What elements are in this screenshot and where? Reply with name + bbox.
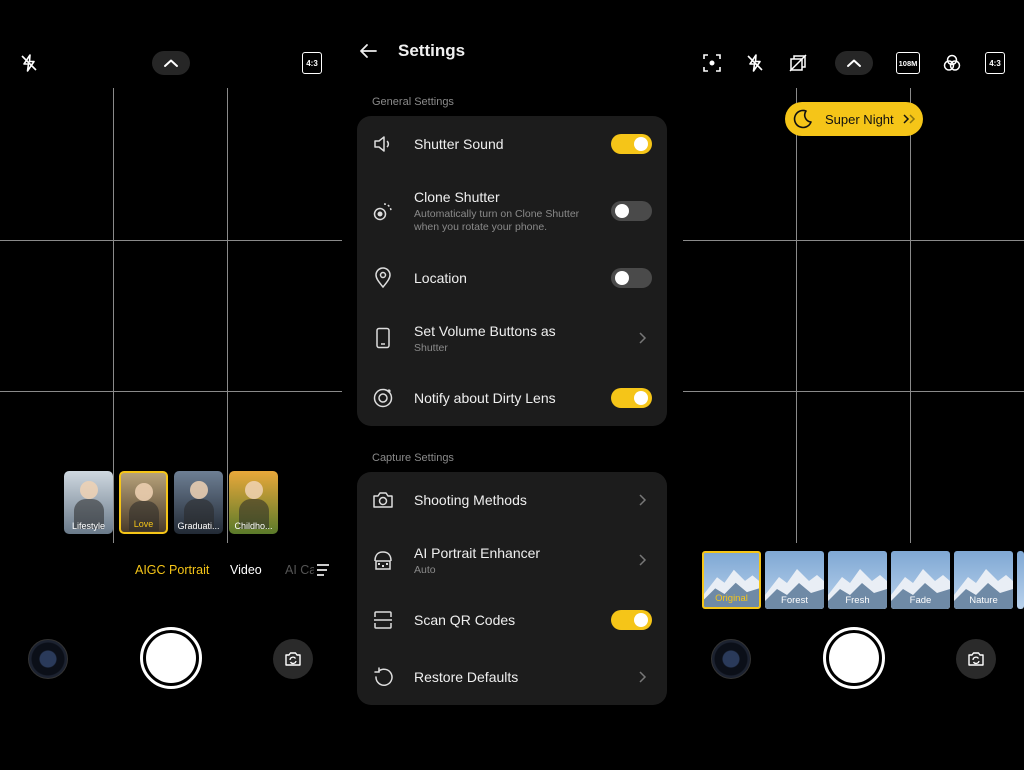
grid-line [796,88,797,543]
grid-line [113,88,114,543]
filter-label: Original [715,593,748,604]
portrait-style-label: Childho... [234,521,273,531]
flip-camera-button[interactable] [273,639,313,679]
filter-label: Forest [781,595,808,606]
mode-aigc-portrait[interactable]: AIGC Portrait [135,563,209,577]
settings-row-title: Notify about Dirty Lens [414,390,556,406]
settings-panel: Settings General Settings Shutter Sound C… [342,0,683,770]
grid-line [683,391,1024,392]
aspect-ratio-label: 4:3 [989,58,1001,68]
grid-line [683,240,1024,241]
collapse-button[interactable] [152,51,190,75]
filters-icon[interactable] [941,52,963,74]
camera-panel-right: 108M 4:3 Super Night Original Forest Fresh… [683,0,1024,770]
collapse-button[interactable] [835,51,873,75]
aspect-ratio-button[interactable]: 4:3 [985,52,1005,74]
resolution-button[interactable]: 108M [896,52,920,74]
aspect-ratio-label: 4:3 [306,58,318,68]
resolution-label: 108M [898,58,918,68]
flip-camera-icon [285,652,301,666]
camera-panel-left: 4:3 Lifestyle Love Graduati... Childho... A… [0,0,342,770]
gallery-thumbnail[interactable] [28,639,68,679]
double-chevron-right-icon [903,114,915,124]
live-photo-off-icon[interactable] [787,52,809,74]
section-title-capture: Capture Settings [372,452,454,464]
lens-icon [371,386,395,410]
portrait-style-label: Love [133,519,154,529]
toggle-switch[interactable] [611,388,652,408]
mode-video[interactable]: Video [230,563,262,577]
chevron-up-icon [847,59,861,67]
settings-row-title: Restore Defaults [414,669,519,685]
restore-icon [371,665,395,689]
capture-settings-card: Shooting Methods AI Portrait Enhancer Auto… [357,472,667,705]
shutter-button[interactable] [140,627,202,689]
filter-thumb[interactable]: Fade [891,551,950,609]
settings-row-notify-about-dirty-lens[interactable]: Notify about Dirty Lens [357,116,667,426]
portrait-style-thumb[interactable]: Lifestyle [64,471,113,534]
filter-thumb[interactable]: Original [702,551,761,609]
portrait-style-label: Graduati... [177,521,220,531]
chevron-right-icon [637,670,647,684]
shutter-button[interactable] [823,627,885,689]
settings-row-restore-defaults[interactable]: Restore Defaults [357,472,667,705]
super-night-label: Super Night [825,111,894,127]
aspect-ratio-button[interactable]: 4:3 [302,52,322,74]
grid-line [910,88,911,543]
mode-ai-camera[interactable]: AI Ca [285,563,315,577]
portrait-style-label: Lifestyle [71,521,106,531]
filter-label: Fresh [845,595,870,606]
grid-line [0,240,342,241]
more-modes-icon[interactable] [314,562,332,578]
general-settings-card: Shutter Sound Clone Shutter Automatically … [357,116,667,426]
grid-line [227,88,228,543]
back-arrow-icon[interactable] [356,40,380,62]
portrait-style-thumb[interactable]: Love [119,471,168,534]
chevron-up-icon [164,59,178,67]
portrait-style-thumb[interactable]: Graduati... [174,471,223,534]
filter-label: Nature [969,595,998,606]
flip-camera-button[interactable] [956,639,996,679]
flip-camera-icon [968,652,984,666]
filter-thumb[interactable]: Forest [765,551,824,609]
page-title: Settings [398,41,466,60]
section-title-general: General Settings [372,96,454,108]
filter-thumb[interactable] [1017,551,1024,609]
portrait-style-thumb[interactable]: Childho... [229,471,278,534]
filter-label: Fade [909,595,932,606]
grid-line [0,391,342,392]
filter-thumb[interactable]: Fresh [828,551,887,609]
flash-off-icon[interactable] [18,52,40,74]
super-night-button[interactable]: Super Night [785,102,923,136]
gallery-thumbnail[interactable] [711,639,751,679]
filter-thumb[interactable]: Nature [954,551,1013,609]
focus-icon[interactable] [701,52,723,74]
flash-off-icon[interactable] [744,52,766,74]
moon-icon [793,109,812,129]
